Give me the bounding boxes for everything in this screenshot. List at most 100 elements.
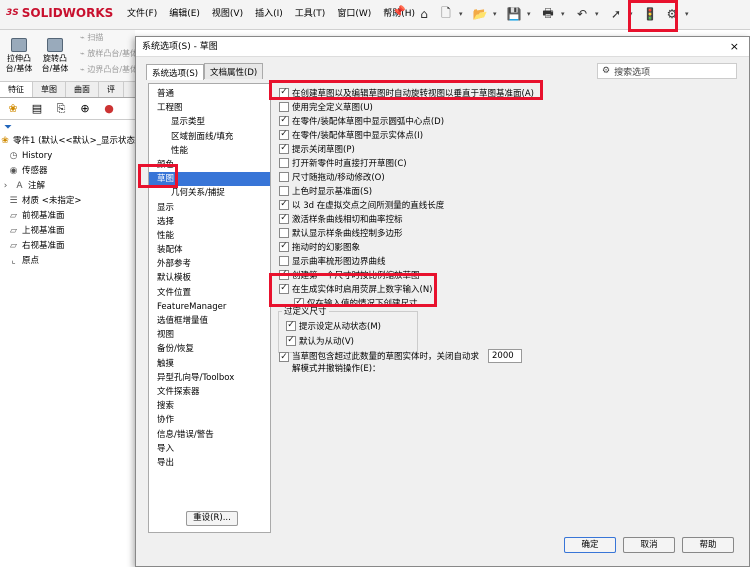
menu-view[interactable]: 视图(V) [212,6,243,19]
dimxpert-icon[interactable]: ⊕ [78,102,92,116]
category-item[interactable]: 显示 [149,201,270,215]
checkbox[interactable] [279,143,289,154]
category-item[interactable]: 选择 [149,215,270,229]
loft-button[interactable]: ⌁ 放样凸台/基体 [80,48,138,59]
cancel-button[interactable]: 取消 [623,537,675,553]
checkbox[interactable] [279,101,289,112]
chevron-down-icon[interactable]: ▾ [527,10,535,18]
category-item[interactable]: 普通 [149,87,270,101]
option-spline-handles[interactable]: 激活样条曲线相切和曲率控标 [279,212,403,225]
category-item[interactable]: 区域剖面线/填充 [149,130,270,144]
option-fully-defined[interactable]: 使用完全定义草图(U) [279,100,373,113]
pin-icon[interactable]: 📌 [392,5,406,18]
option-spline-polygon[interactable]: 默认显示样条曲线控制多边形 [279,226,403,239]
category-item[interactable]: 视图 [149,328,270,342]
checkbox[interactable] [279,115,289,126]
tree-item-sensors[interactable]: ◉ 传感器 [0,164,135,179]
checkbox[interactable] [279,157,289,168]
tree-item-history[interactable]: ◷ History [0,149,135,164]
chevron-down-icon[interactable]: ▾ [595,10,603,18]
checkbox[interactable] [279,185,289,196]
category-item[interactable]: 性能 [149,144,270,158]
category-item[interactable]: 性能 [149,229,270,243]
checkbox[interactable] [279,352,289,362]
category-item[interactable]: 默认模板 [149,271,270,285]
ok-button[interactable]: 确定 [564,537,616,553]
category-item[interactable]: 文件位置 [149,286,270,300]
category-item[interactable]: 导入 [149,442,270,456]
checkbox[interactable] [286,335,296,346]
checkbox[interactable] [279,241,289,252]
menu-window[interactable]: 窗口(W) [337,6,371,19]
tree-item-origin[interactable]: ⌞ 原点 [0,254,135,269]
chevron-down-icon[interactable]: ▾ [459,10,467,18]
tree-item-part[interactable]: ❀ 零件1 (默认<<默认>_显示状态 [0,134,135,149]
expand-arrow-icon[interactable]: › [0,181,11,192]
reset-button[interactable]: 重设(R)... [186,511,238,526]
checkbox[interactable] [279,171,289,182]
category-item[interactable]: 信息/错误/警告 [149,428,270,442]
menu-file[interactable]: 文件(F) [127,6,157,19]
tree-item-top-plane[interactable]: ▱ 上视基准面 [0,224,135,239]
select-arrow-icon[interactable]: ➚ [607,4,625,24]
tab-system-options[interactable]: 系统选项(S) [146,64,205,80]
help-button[interactable]: 帮助 [682,537,734,553]
checkbox[interactable] [279,255,289,266]
option-show-plane[interactable]: 上色时显示基准面(S) [279,184,372,197]
category-item[interactable]: 显示类型 [149,115,270,129]
appearance-icon[interactable]: ● [102,102,116,116]
search-options-field[interactable]: ⚙ 搜索选项 [597,63,737,79]
tree-item-right-plane[interactable]: ▱ 右视基准面 [0,239,135,254]
print-icon[interactable]: 🖶 [539,4,557,24]
tree-item-front-plane[interactable]: ▱ 前视基准面 [0,209,135,224]
property-manager-icon[interactable]: ▤ [30,102,44,116]
open-folder-icon[interactable]: 📂 [471,4,489,24]
tab-surfaces[interactable]: 曲面 [66,82,99,97]
boundary-button[interactable]: ⌁ 边界凸台/基体 [80,64,138,75]
category-item[interactable]: 装配体 [149,243,270,257]
chevron-down-icon[interactable]: ▾ [685,10,693,18]
category-item[interactable]: 搜索 [149,399,270,413]
option-default-driven[interactable]: 默认为从动(V) [286,334,354,347]
option-undo-threshold[interactable]: 当草图包含超过此数量的草图实体时，关闭自动求 解模式并撤销操作(E)： [279,351,479,379]
category-item[interactable]: 文件探索器 [149,385,270,399]
chevron-down-icon[interactable]: ▾ [561,10,569,18]
category-item[interactable]: 异型孔向导/Toolbox [149,371,270,385]
menu-edit[interactable]: 编辑(E) [169,6,200,19]
close-icon[interactable]: × [730,37,739,57]
undo-icon[interactable]: ↶ [573,4,591,24]
category-item[interactable]: 几何关系/捕捉 [149,186,270,200]
option-prompt-close[interactable]: 提示关闭草图(P) [279,142,355,155]
menu-tools[interactable]: 工具(T) [295,6,326,19]
save-icon[interactable]: 💾 [505,4,523,24]
option-ghost-image[interactable]: 拖动时的幻影图象 [279,240,360,253]
option-prompt-driven[interactable]: 提示设定从动状态(M) [286,319,381,332]
category-item[interactable]: 协作 [149,413,270,427]
extrude-boss-button[interactable]: 拉伸凸 台/基体 [2,38,36,74]
revolve-boss-button[interactable]: 旋转凸 台/基体 [38,38,72,74]
category-item[interactable]: FeatureManager [149,300,270,314]
option-new-part-sketch[interactable]: 打开新零件时直接打开草图(C) [279,156,407,169]
category-item[interactable]: 导出 [149,456,270,470]
menu-insert[interactable]: 插入(I) [255,6,283,19]
tab-features[interactable]: 特征 [0,82,33,97]
feature-tree-icon[interactable]: ❀ [6,102,20,116]
category-item[interactable]: 外部参考 [149,257,270,271]
tab-sketch[interactable]: 草图 [33,82,66,97]
configuration-icon[interactable]: ⎘ [54,102,68,116]
filter-icon[interactable]: ⏷ [0,120,135,134]
checkbox[interactable] [279,129,289,140]
option-curvature-comb[interactable]: 显示曲率梳形图边界曲线 [279,254,386,267]
category-item[interactable]: 工程图 [149,101,270,115]
tree-item-material[interactable]: ☰ 材质 <未指定> [0,194,135,209]
category-item[interactable]: 触摸 [149,357,270,371]
chevron-down-icon[interactable]: ▾ [493,10,501,18]
option-drag-dims[interactable]: 尺寸随拖动/移动修改(O) [279,170,385,183]
home-icon[interactable]: ⌂ [415,4,433,24]
checkbox[interactable] [279,199,289,210]
sweep-button[interactable]: ⌁ 扫描 [80,32,103,43]
option-virtual-sharp[interactable]: 以 3d 在虚拟交点之间所测量的直线长度 [279,198,444,211]
entity-count-spinbox[interactable]: 2000 [488,349,522,363]
new-file-icon[interactable]: 🗋 [437,4,455,24]
checkbox[interactable] [279,227,289,238]
